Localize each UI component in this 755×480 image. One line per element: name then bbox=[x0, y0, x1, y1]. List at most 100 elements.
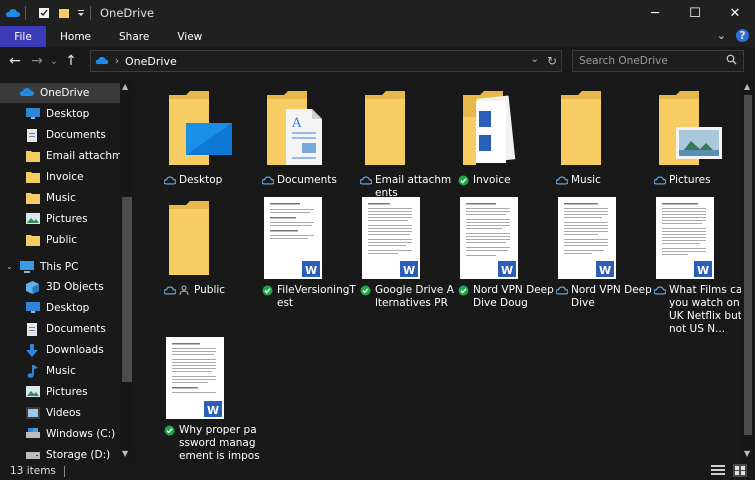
pictures-icon bbox=[26, 386, 40, 398]
documents-icon bbox=[26, 129, 40, 142]
word-document-icon: W bbox=[264, 197, 322, 279]
file-name: Nord VPN Deep Dive Doug bbox=[473, 284, 554, 309]
file-caption: Desktop bbox=[163, 174, 260, 188]
sidebar-item-3d-objects[interactable]: 3D Objects bbox=[0, 277, 120, 297]
address-actions: ⌄ ↻ bbox=[531, 54, 557, 68]
word-document-icon: W bbox=[656, 197, 714, 279]
word-document-icon: W bbox=[558, 197, 616, 279]
file-caption: Music bbox=[555, 174, 652, 188]
file-name: Pictures bbox=[669, 174, 711, 186]
synced-status-icon bbox=[262, 285, 274, 310]
videos-icon bbox=[26, 407, 40, 419]
folder-icon bbox=[561, 91, 601, 165]
help-icon[interactable]: ? bbox=[736, 29, 749, 42]
svg-text:A: A bbox=[291, 116, 302, 131]
file-caption: What Films can you watch on UK Netflix b… bbox=[653, 284, 741, 336]
file-name: Public bbox=[194, 284, 226, 296]
cloud-status-icon bbox=[261, 175, 275, 188]
search-box[interactable] bbox=[572, 50, 744, 72]
cloud-status-icon bbox=[163, 175, 177, 188]
file-name: Google Drive Alternatives PR bbox=[375, 284, 454, 309]
content-scrollbar[interactable]: ▲ ▼ bbox=[741, 79, 755, 462]
status-bar: 13 items bbox=[0, 462, 755, 480]
sidebar-item-label: Music bbox=[46, 192, 76, 204]
sidebar-item-music[interactable]: Music bbox=[0, 188, 120, 208]
minimize-button[interactable]: ─ bbox=[635, 0, 675, 26]
scroll-down-icon[interactable]: ▼ bbox=[744, 449, 750, 458]
sidebar-item-desktop[interactable]: Desktop bbox=[0, 104, 120, 124]
sidebar-item-pictures[interactable]: Pictures bbox=[0, 209, 120, 229]
recent-locations-button[interactable]: ⌄ bbox=[48, 56, 60, 67]
svg-text:W: W bbox=[501, 264, 513, 277]
quick-access-dropdown-icon[interactable] bbox=[77, 6, 85, 20]
file-caption: Pictures bbox=[653, 174, 741, 188]
scroll-up-icon[interactable]: ▲ bbox=[744, 82, 750, 91]
search-input[interactable] bbox=[579, 55, 719, 67]
sidebar-item-label: 3D Objects bbox=[46, 281, 104, 293]
scroll-down-icon[interactable]: ▼ bbox=[122, 449, 128, 458]
breadcrumb-onedrive[interactable]: OneDrive bbox=[125, 55, 177, 68]
cloud-status-icon bbox=[163, 285, 177, 298]
cloud-status-icon bbox=[555, 175, 569, 188]
sidebar-item-pc-desktop[interactable]: Desktop bbox=[0, 298, 120, 318]
onedrive-icon bbox=[20, 87, 34, 99]
details-view-icon[interactable] bbox=[711, 464, 725, 477]
maximize-button[interactable]: ☐ bbox=[675, 0, 715, 26]
folder-icon bbox=[26, 192, 40, 204]
forward-button[interactable]: → bbox=[26, 53, 48, 69]
refresh-button[interactable]: ↻ bbox=[547, 54, 557, 68]
sidebar-item-pc-pictures[interactable]: Pictures bbox=[0, 382, 120, 402]
large-icons-view-icon[interactable] bbox=[733, 464, 747, 477]
file-name: Nord VPN Deep Dive bbox=[571, 284, 652, 309]
file-name: Documents bbox=[277, 174, 337, 186]
sidebar-item-documents[interactable]: Documents bbox=[0, 125, 120, 145]
sidebar-item-downloads[interactable]: Downloads bbox=[0, 340, 120, 360]
tab-view[interactable]: View bbox=[163, 26, 216, 47]
documents-icon bbox=[26, 323, 40, 336]
sidebar-item-label: Videos bbox=[46, 407, 81, 419]
sidebar-item-drive-d[interactable]: Storage (D:) bbox=[0, 445, 120, 462]
file-caption: FileVersioningTest bbox=[262, 284, 358, 310]
file-name: Invoice bbox=[473, 174, 511, 186]
tab-file[interactable]: File bbox=[0, 26, 46, 47]
onedrive-icon bbox=[6, 6, 20, 20]
sidebar-item-label: Downloads bbox=[46, 344, 104, 356]
status-separator bbox=[63, 465, 65, 477]
sidebar-item-email-attachments[interactable]: Email attachmer bbox=[0, 146, 120, 166]
new-folder-icon[interactable] bbox=[57, 6, 71, 20]
content-scroll-thumb[interactable] bbox=[744, 95, 752, 435]
folder-icon bbox=[26, 234, 40, 246]
file-caption: Why proper password management is imposs… bbox=[164, 424, 260, 462]
sidebar-item-public[interactable]: Public bbox=[0, 230, 120, 250]
tab-share[interactable]: Share bbox=[105, 26, 163, 47]
svg-text:W: W bbox=[305, 264, 317, 277]
folder-pictures-icon bbox=[659, 91, 722, 165]
tab-home[interactable]: Home bbox=[46, 26, 105, 47]
sidebar-item-label: Invoice bbox=[46, 171, 84, 183]
folder-desktop-icon bbox=[169, 91, 232, 165]
sidebar-item-invoice[interactable]: Invoice bbox=[0, 167, 120, 187]
sidebar-item-videos[interactable]: Videos bbox=[0, 403, 120, 423]
close-button[interactable]: ✕ bbox=[715, 0, 755, 26]
sidebar-item-pc-music[interactable]: Music bbox=[0, 361, 120, 381]
window-title: OneDrive bbox=[100, 6, 155, 20]
back-button[interactable]: ← bbox=[4, 53, 26, 69]
sidebar-item-pc-documents[interactable]: Documents bbox=[0, 319, 120, 339]
file-caption: Nord VPN Deep Dive Doug bbox=[458, 284, 554, 310]
sidebar-item-drive-c[interactable]: Windows (C:) bbox=[0, 424, 120, 444]
address-dropdown-button[interactable]: ⌄ bbox=[531, 54, 539, 68]
sidebar-item-this-pc[interactable]: This PC bbox=[0, 257, 120, 277]
address-bar[interactable]: › OneDrive ⌄ ↻ bbox=[90, 50, 562, 72]
search-icon bbox=[726, 54, 737, 68]
scroll-up-icon[interactable]: ▲ bbox=[122, 82, 128, 91]
expand-ribbon-button[interactable]: ⌄ bbox=[717, 29, 726, 42]
pictures-icon bbox=[26, 213, 40, 225]
breadcrumb-separator: › bbox=[115, 55, 119, 67]
sidebar-item-onedrive[interactable]: OneDrive bbox=[0, 83, 120, 103]
sidebar-item-label: Email attachmer bbox=[46, 150, 120, 162]
properties-icon[interactable] bbox=[37, 6, 51, 20]
sidebar-scroll-thumb[interactable] bbox=[122, 197, 132, 382]
file-name: FileVersioningTest bbox=[277, 284, 356, 309]
up-button[interactable]: ↑ bbox=[60, 53, 82, 69]
sidebar-scrollbar[interactable]: ▲ ▼ bbox=[120, 79, 134, 462]
